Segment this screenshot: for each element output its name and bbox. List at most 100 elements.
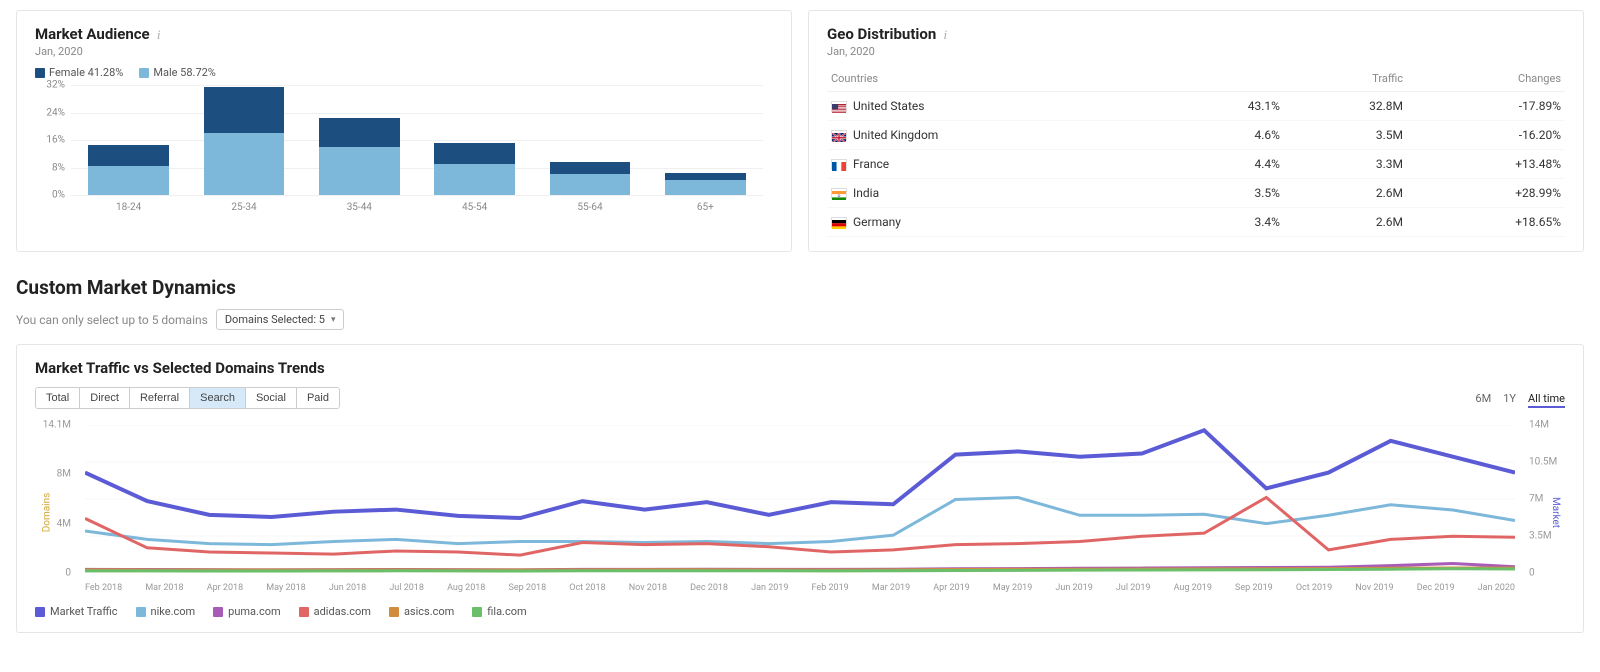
line-xlabel: Aug 2018: [447, 583, 485, 593]
geo-row[interactable]: Germany3.4%2.6M+18.65%: [827, 208, 1565, 237]
market-audience-title: Market Audience: [35, 25, 150, 43]
legend-item[interactable]: adidas.com: [299, 605, 371, 618]
bar-group[interactable]: 25-34: [186, 85, 301, 195]
trends-tab[interactable]: Referral: [130, 388, 190, 408]
info-icon[interactable]: i: [157, 27, 161, 42]
legend-label: nike.com: [151, 605, 196, 618]
domains-selected-label: Domains Selected: 5: [225, 313, 325, 326]
legend-item[interactable]: puma.com: [213, 605, 280, 618]
trends-tab[interactable]: Social: [246, 388, 297, 408]
bar-ytick: 32%: [35, 80, 65, 91]
line-ytick-right: 3.5M: [1529, 531, 1565, 542]
geo-row[interactable]: United States43.1%32.8M-17.89%: [827, 92, 1565, 121]
geo-traffic: 3.3M: [1284, 150, 1407, 179]
line-xlabel: Sep 2019: [1235, 583, 1273, 593]
geo-change: +13.48%: [1407, 150, 1565, 179]
geo-share: 43.1%: [1166, 92, 1284, 121]
geo-distribution-card: Geo Distribution i Jan, 2020 Countries T…: [808, 10, 1584, 252]
trends-card: Market Traffic vs Selected Domains Trend…: [16, 344, 1584, 633]
line-xlabel: Jul 2019: [1116, 583, 1151, 593]
bar-group[interactable]: 65+: [648, 85, 763, 195]
geo-country: Germany: [853, 215, 901, 229]
geo-subtitle: Jan, 2020: [827, 45, 1565, 58]
trends-tab[interactable]: Paid: [297, 388, 339, 408]
bar-xlabel: 25-34: [231, 202, 256, 213]
flag-icon: [831, 159, 847, 170]
trends-tab[interactable]: Search: [190, 388, 246, 408]
legend-label: fila.com: [487, 605, 526, 618]
line-xlabel: Jun 2019: [1055, 583, 1092, 593]
geo-row[interactable]: France 4.4%3.3M+13.48%: [827, 150, 1565, 179]
line-xlabel: Mar 2019: [872, 583, 910, 593]
trends-range[interactable]: 6M: [1475, 392, 1491, 405]
trends-range[interactable]: 1Y: [1503, 392, 1516, 405]
bar-xlabel: 35-44: [347, 202, 372, 213]
geo-country: United Kingdom: [853, 128, 938, 142]
line-ytick-right: 0: [1529, 568, 1565, 579]
geo-row[interactable]: United Kingdom4.6%3.5M-16.20%: [827, 121, 1565, 150]
market-audience-card: Market Audience i Jan, 2020 Female 41.28…: [16, 10, 792, 252]
domains-selected-dropdown[interactable]: Domains Selected: 5 ▾: [216, 309, 345, 330]
dynamics-note: You can only select up to 5 domains: [16, 313, 208, 327]
geo-th-changes: Changes: [1407, 66, 1565, 92]
legend-item[interactable]: nike.com: [136, 605, 196, 618]
legend-label: Market Traffic: [50, 605, 118, 618]
line-xlabel: Jan 2019: [751, 583, 788, 593]
geo-change: +28.99%: [1407, 179, 1565, 208]
trends-ranges: 6M 1Y All time: [1463, 392, 1565, 405]
bar-xlabel: 55-64: [577, 202, 602, 213]
legend-swatch: [136, 607, 146, 617]
line-xlabel: Dec 2018: [690, 583, 728, 593]
legend-label-male: Male 58.72%: [153, 66, 216, 79]
line-xlabel: Feb 2018: [85, 583, 122, 593]
dynamics-title: Custom Market Dynamics: [16, 276, 1584, 299]
line-xlabel: Oct 2019: [1296, 583, 1332, 593]
geo-th-traffic: Traffic: [1284, 66, 1407, 92]
line-xlabel: May 2018: [266, 583, 305, 593]
line-xlabel: Oct 2018: [569, 583, 605, 593]
geo-table: Countries Traffic Changes United States4…: [827, 66, 1565, 237]
line-ytick-right: 10.5M: [1529, 457, 1565, 468]
line-xlabel: May 2019: [993, 583, 1032, 593]
bar-xlabel: 18-24: [116, 202, 141, 213]
line-xlabel: Dec 2019: [1417, 583, 1455, 593]
geo-country: India: [853, 186, 879, 200]
legend-item[interactable]: asics.com: [389, 605, 454, 618]
line-ytick-left: 4M: [35, 518, 71, 529]
legend-item[interactable]: Market Traffic: [35, 605, 118, 618]
line-xlabel: Aug 2019: [1174, 583, 1212, 593]
dynamics-note-row: You can only select up to 5 domains Doma…: [16, 309, 1584, 330]
bar-xlabel: 45-54: [462, 202, 487, 213]
trends-tab[interactable]: Total: [36, 388, 80, 408]
geo-th-share: [1166, 66, 1284, 92]
audience-barchart: 32%24%16%8%0%18-2425-3435-4445-5455-6465…: [35, 85, 773, 215]
line-ytick-right: 7M: [1529, 494, 1565, 505]
legend-swatch: [299, 607, 309, 617]
info-icon[interactable]: i: [943, 27, 947, 42]
bar-group[interactable]: 35-44: [302, 85, 417, 195]
bar-group[interactable]: 18-24: [71, 85, 186, 195]
line-ytick-left: 8M: [35, 469, 71, 480]
bar-group[interactable]: 55-64: [532, 85, 647, 195]
flag-icon: [831, 217, 847, 228]
legend-swatch-female: [35, 68, 45, 78]
line-xlabel: Sep 2018: [509, 583, 547, 593]
line-xlabel: Apr 2019: [933, 583, 969, 593]
line-xlabel: Jul 2018: [389, 583, 424, 593]
line-xlabel: Jun 2018: [329, 583, 366, 593]
legend-item[interactable]: fila.com: [472, 605, 526, 618]
trends-tab[interactable]: Direct: [80, 388, 130, 408]
legend-label: puma.com: [228, 605, 280, 618]
geo-traffic: 3.5M: [1284, 121, 1407, 150]
geo-country: France: [853, 157, 889, 171]
bar-group[interactable]: 45-54: [417, 85, 532, 195]
geo-share: 4.4%: [1166, 150, 1284, 179]
trends-range[interactable]: All time: [1528, 392, 1565, 408]
geo-row[interactable]: India3.5%2.6M+28.99%: [827, 179, 1565, 208]
geo-share: 4.6%: [1166, 121, 1284, 150]
legend-swatch: [213, 607, 223, 617]
chevron-down-icon: ▾: [331, 315, 336, 325]
legend-swatch-male: [139, 68, 149, 78]
legend-swatch: [389, 607, 399, 617]
trends-title: Market Traffic vs Selected Domains Trend…: [35, 359, 325, 377]
